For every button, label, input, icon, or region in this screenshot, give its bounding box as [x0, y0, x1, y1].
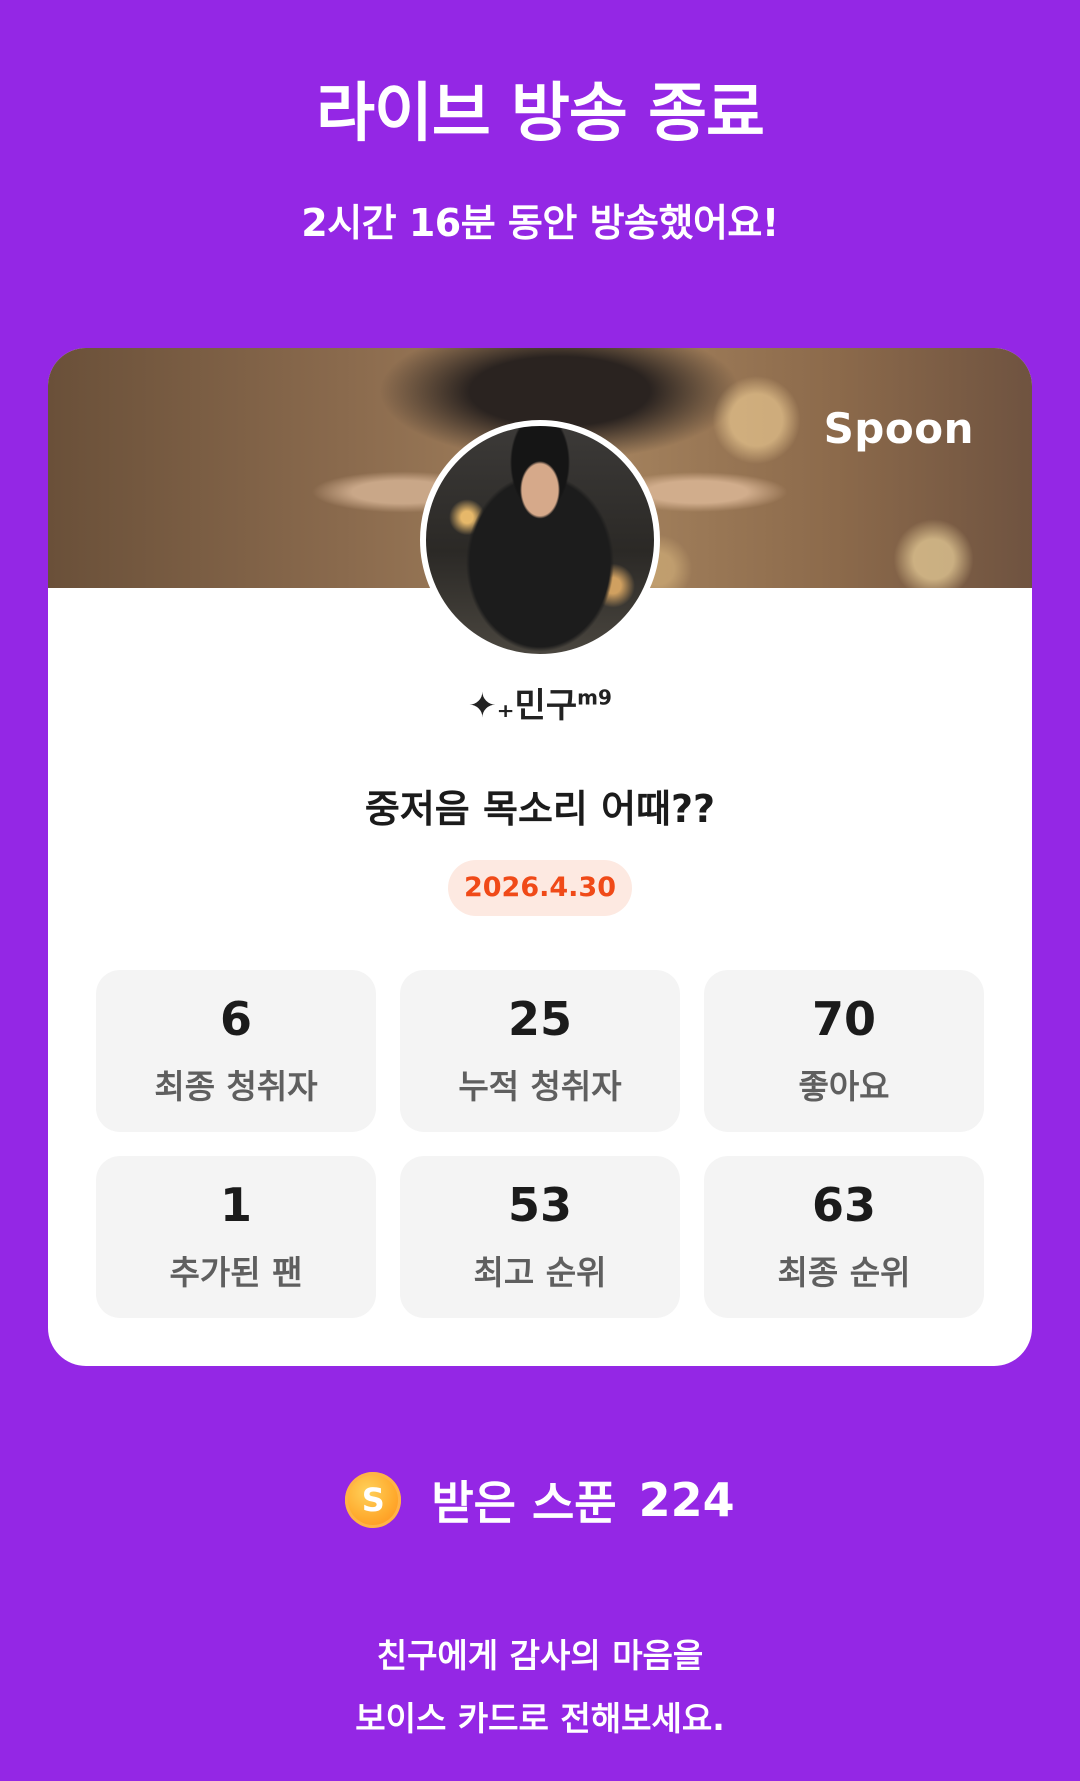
footer-line-2: 보이스 카드로 전해보세요. — [355, 1699, 725, 1738]
stat-label: 최고 순위 — [473, 1253, 607, 1292]
stat-new-fans: 1 추가된 팬 — [96, 1156, 376, 1318]
stat-final-rank: 63 최종 순위 — [704, 1156, 984, 1318]
broadcast-duration-text: 2시간 16분 동안 방송했어요! — [301, 201, 779, 245]
stat-value: 53 — [507, 1178, 572, 1232]
stat-label: 누적 청취자 — [458, 1067, 622, 1106]
stat-label: 최종 청취자 — [154, 1067, 318, 1106]
broadcast-end-screen: 라이브 방송 종료 2시간 16분 동안 방송했어요! Spoon ✦₊민구m9… — [0, 0, 1080, 1781]
stat-total-listeners: 25 누적 청취자 — [400, 970, 680, 1132]
stat-likes: 70 좋아요 — [704, 970, 984, 1132]
spoon-logo: Spoon — [823, 404, 974, 453]
stat-value: 63 — [811, 1178, 876, 1232]
stat-value: 70 — [811, 992, 876, 1046]
voice-card-prompt: 친구에게 감사의 마음을 보이스 카드로 전해보세요. — [0, 1624, 1080, 1750]
nickname-superscript: m9 — [577, 685, 612, 710]
date-badge: 2026.4.30 — [448, 860, 632, 916]
stat-label: 추가된 팬 — [169, 1253, 303, 1292]
received-spoons-count: 224 — [638, 1473, 735, 1527]
room-title: 중저음 목소리 어때?? — [364, 787, 716, 831]
received-spoons: S 받은 스푼 224 — [0, 1470, 1080, 1530]
broadcast-summary-card: Spoon ✦₊민구m9 중저음 목소리 어때?? 2026.4.30 6 최종… — [48, 348, 1032, 1366]
nickname: ✦₊민구m9 — [48, 678, 1032, 727]
stats-grid: 6 최종 청취자 25 누적 청취자 70 좋아요 1 추가된 팬 53 최고 … — [96, 970, 984, 1318]
profile-avatar — [420, 420, 660, 660]
nickname-text: ✦₊민구 — [468, 686, 578, 726]
stat-value: 1 — [219, 1178, 252, 1232]
stat-label: 최종 순위 — [777, 1253, 911, 1292]
stat-final-listeners: 6 최종 청취자 — [96, 970, 376, 1132]
footer-line-1: 친구에게 감사의 마음을 — [376, 1636, 704, 1675]
stat-value: 6 — [219, 992, 252, 1046]
stat-label: 좋아요 — [798, 1067, 890, 1106]
received-spoons-label: 받은 스푼 — [431, 1476, 617, 1530]
stat-value: 25 — [507, 992, 572, 1046]
spoon-coin-icon: S — [345, 1472, 402, 1528]
page-title: 라이브 방송 종료 — [316, 77, 765, 151]
stat-best-rank: 53 최고 순위 — [400, 1156, 680, 1318]
